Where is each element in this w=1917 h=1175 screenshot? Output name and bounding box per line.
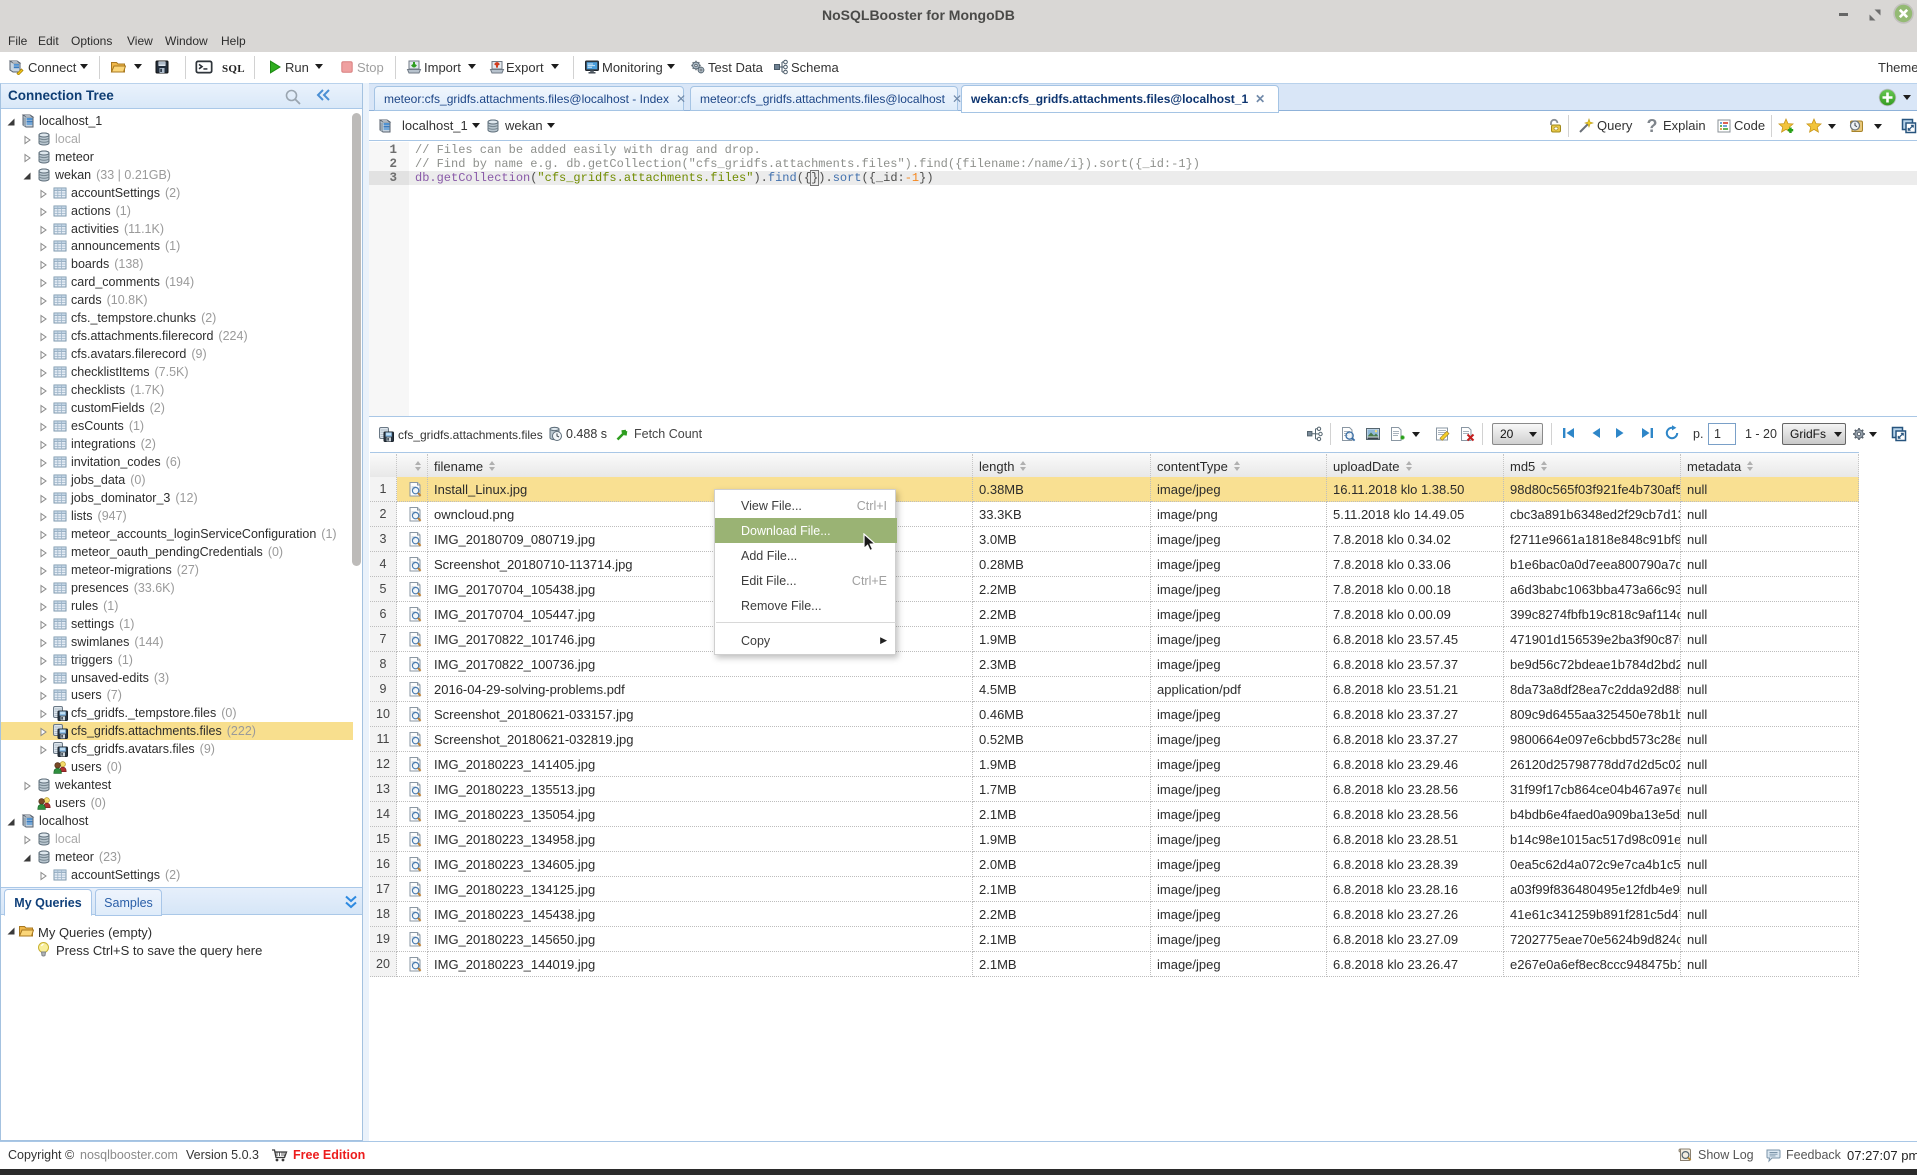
svg-text:?: ? (1647, 118, 1658, 134)
